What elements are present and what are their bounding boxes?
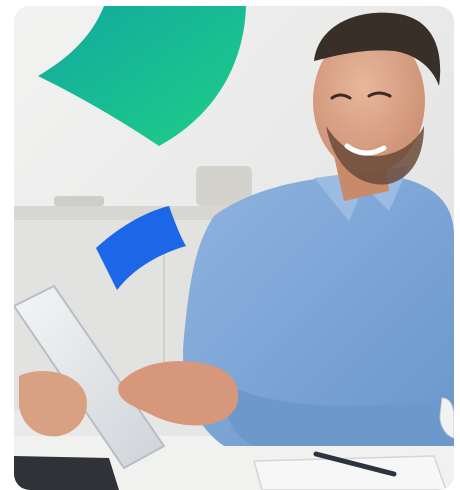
person-with-tablet-photo	[14, 6, 454, 490]
hero-image-card	[14, 6, 454, 490]
laptop	[14, 456, 119, 490]
